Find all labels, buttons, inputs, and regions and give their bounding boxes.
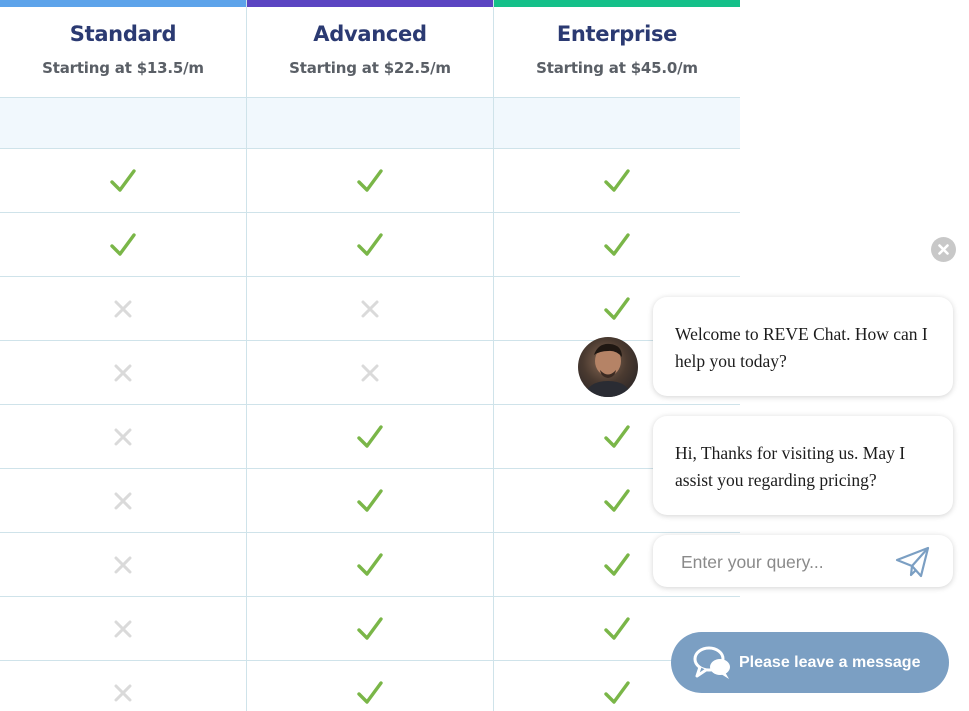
band-cell	[0, 98, 247, 148]
cross-icon	[114, 300, 132, 317]
feature-cell	[0, 469, 247, 532]
feature-cell	[0, 149, 247, 212]
feature-cell	[0, 597, 247, 660]
feature-cell	[247, 661, 494, 711]
cross-icon	[114, 620, 132, 637]
check-icon	[357, 232, 383, 256]
feature-cell	[0, 533, 247, 596]
close-icon	[938, 244, 949, 255]
feature-cell	[0, 341, 247, 404]
feature-row	[0, 597, 740, 661]
feature-cell	[247, 277, 494, 340]
chat-query-input[interactable]	[679, 548, 883, 576]
check-icon	[604, 552, 630, 576]
chat-message: Welcome to REVE Chat. How can I help you…	[653, 297, 953, 396]
check-icon	[357, 616, 383, 640]
feature-cell	[494, 149, 740, 212]
plan-name: Standard	[69, 22, 177, 46]
feature-row	[0, 277, 740, 341]
feature-row	[0, 149, 740, 213]
feature-cell	[0, 277, 247, 340]
plan-price: Starting at $45.0/m	[536, 59, 698, 77]
feature-row	[0, 661, 740, 711]
feature-cell	[247, 533, 494, 596]
feature-row	[0, 469, 740, 533]
feature-cell	[0, 405, 247, 468]
check-icon	[604, 424, 630, 448]
plan-price: Starting at $22.5/m	[289, 59, 451, 77]
check-icon	[604, 232, 630, 256]
section-band	[0, 97, 740, 149]
check-icon	[604, 488, 630, 512]
band-cell	[494, 98, 740, 148]
cross-icon	[114, 428, 132, 445]
plan-header-standard: Standard Starting at $13.5/m	[0, 0, 247, 98]
leave-message-button[interactable]: Please leave a message	[671, 632, 949, 693]
check-icon	[110, 168, 136, 192]
check-icon	[604, 616, 630, 640]
plan-accent-bar	[247, 0, 493, 7]
chat-bubbles-icon	[693, 646, 730, 679]
cross-icon	[361, 364, 379, 381]
plan-accent-bar	[0, 0, 246, 7]
plan-header-advanced: Advanced Starting at $22.5/m	[247, 0, 494, 98]
feature-cell	[247, 405, 494, 468]
plan-header-enterprise: Enterprise Starting at $45.0/m	[494, 0, 740, 98]
feature-row	[0, 533, 740, 597]
cross-icon	[114, 364, 132, 381]
feature-cell	[247, 469, 494, 532]
check-icon	[604, 296, 630, 320]
check-icon	[357, 488, 383, 512]
plan-name: Enterprise	[556, 22, 678, 46]
chat-close-button[interactable]	[931, 237, 956, 262]
agent-avatar	[578, 337, 638, 397]
feature-cell	[0, 661, 247, 711]
band-cell	[247, 98, 494, 148]
feature-row	[0, 213, 740, 277]
check-icon	[110, 232, 136, 256]
feature-cell	[247, 213, 494, 276]
leave-message-label: Please leave a message	[739, 653, 921, 671]
avatar-portrait	[584, 343, 632, 397]
check-icon	[357, 680, 383, 704]
check-icon	[357, 424, 383, 448]
feature-cell	[0, 213, 247, 276]
feature-row	[0, 405, 740, 469]
check-icon	[357, 552, 383, 576]
plan-accent-bar	[494, 0, 740, 7]
cross-icon	[114, 492, 132, 509]
feature-cell	[247, 341, 494, 404]
plan-price: Starting at $13.5/m	[42, 59, 204, 77]
send-icon[interactable]	[895, 546, 931, 578]
check-icon	[604, 168, 630, 192]
feature-cell	[494, 213, 740, 276]
cross-icon	[114, 684, 132, 701]
cross-icon	[114, 556, 132, 573]
check-icon	[357, 168, 383, 192]
check-icon	[604, 680, 630, 704]
plan-name: Advanced	[313, 22, 427, 46]
cross-icon	[361, 300, 379, 317]
feature-cell	[247, 149, 494, 212]
feature-cell	[247, 597, 494, 660]
chat-message: Hi, Thanks for visiting us. May I assist…	[653, 416, 953, 515]
